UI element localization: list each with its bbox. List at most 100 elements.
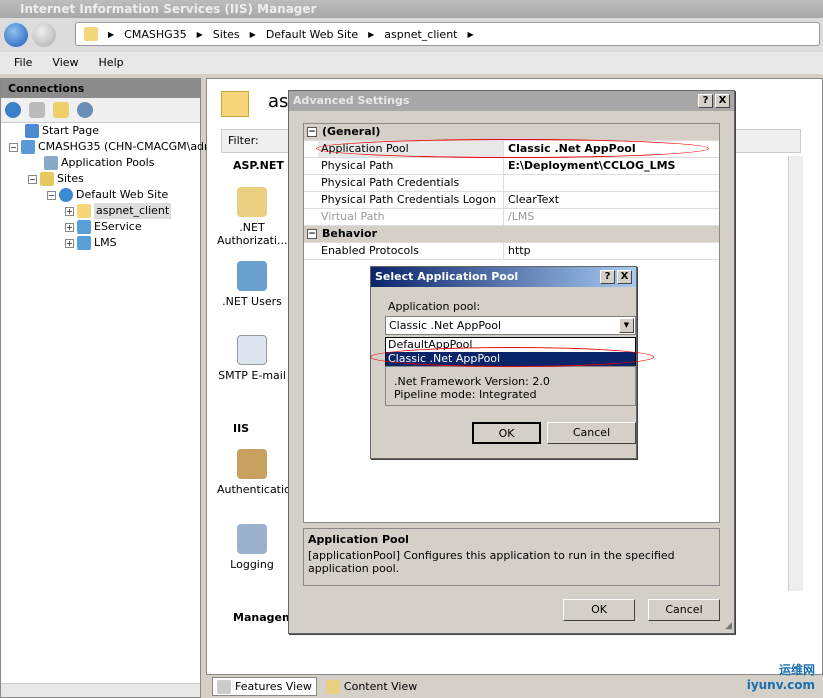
close-button[interactable]: X <box>715 94 730 108</box>
collapse-icon[interactable]: − <box>28 174 37 184</box>
connections-toolbar <box>1 98 200 123</box>
email-icon <box>237 335 267 365</box>
close-button[interactable]: X <box>617 270 632 284</box>
cancel-button[interactable]: Cancel <box>648 599 720 621</box>
pipeline-mode: Pipeline mode: Integrated <box>394 388 537 401</box>
back-button[interactable] <box>4 23 28 47</box>
connections-panel: Connections Start Page − CMASHG35 (CHN-CM… <box>0 78 218 698</box>
menu-file[interactable]: File <box>14 52 32 74</box>
chevron-right-icon: ▶ <box>368 29 375 39</box>
log-book-icon <box>237 524 267 554</box>
server-icon <box>21 140 35 154</box>
description-text: [applicationPool] Configures this applic… <box>308 549 675 575</box>
tab-features-view[interactable]: Features View <box>212 677 317 696</box>
group-aspnet: ASP.NET <box>233 159 284 172</box>
menu-bar: File View Help <box>0 52 823 74</box>
breadcrumb-sites[interactable]: Sites <box>213 28 240 41</box>
property-physical-path-credentials[interactable]: Physical Path Credentials <box>304 175 719 192</box>
feature-authentication[interactable]: Authenticatio <box>217 449 291 496</box>
application-pool-label: Application pool: <box>388 300 481 313</box>
connections-title: Connections <box>1 79 200 98</box>
disconnect-icon[interactable] <box>77 102 93 118</box>
collapse-icon[interactable]: − <box>47 190 56 200</box>
property-physical-path[interactable]: Physical Path E:\Deployment\CCLOG_LMS <box>304 158 719 175</box>
breadcrumb-folder[interactable]: aspnet_client <box>384 28 457 41</box>
folder-icon <box>77 204 91 218</box>
page-title: as <box>268 91 289 112</box>
tree-default-web-site[interactable]: − Default Web Site <box>47 187 168 203</box>
filter-label: Filter: <box>228 134 259 147</box>
users-icon <box>237 261 267 291</box>
user-lock-icon <box>237 449 267 479</box>
group-iis: IIS <box>233 422 250 435</box>
pool-info: .Net Framework Version: 2.0 Pipeline mod… <box>385 366 636 406</box>
chevron-right-icon: ▶ <box>467 29 474 39</box>
tree-start-page[interactable]: Start Page <box>25 123 99 139</box>
up-folder-icon[interactable] <box>53 102 69 118</box>
application-icon <box>77 220 91 234</box>
folder-large-icon <box>221 91 249 117</box>
collapse-icon[interactable]: − <box>9 142 18 152</box>
chevron-down-icon[interactable]: ▼ <box>619 318 634 333</box>
window-title: Internet Information Services (IIS) Mana… <box>0 0 823 18</box>
cancel-button[interactable]: Cancel <box>547 422 636 444</box>
folder-icon <box>84 27 98 41</box>
expand-icon[interactable]: + <box>65 238 74 248</box>
tree-eservice[interactable]: + EService <box>65 219 142 235</box>
tree-aspnet-client[interactable]: + aspnet_client <box>65 203 172 219</box>
help-button[interactable]: ? <box>698 94 713 108</box>
category-behavior[interactable]: − Behavior <box>304 226 719 243</box>
tree-app-pools[interactable]: Application Pools <box>44 155 154 171</box>
expand-icon[interactable]: + <box>65 206 74 216</box>
start-page-icon <box>25 124 39 138</box>
vertical-scrollbar[interactable] <box>788 156 803 591</box>
breadcrumb-server[interactable]: CMASHG35 <box>124 28 186 41</box>
chevron-right-icon: ▶ <box>249 29 256 39</box>
menu-help[interactable]: Help <box>99 52 124 74</box>
menu-view[interactable]: View <box>52 52 78 74</box>
save-icon[interactable] <box>29 102 45 118</box>
property-description: Application Pool [applicationPool] Confi… <box>303 528 720 586</box>
dialog-titlebar: Select Application Pool ? X <box>371 267 636 287</box>
content-view-icon <box>325 679 340 694</box>
highlight-annotation <box>370 347 654 367</box>
view-tabs: Features View Content View <box>206 675 823 698</box>
application-icon <box>77 236 91 250</box>
expand-icon[interactable]: + <box>65 222 74 232</box>
watermark-logo: 运维网 iyunv.com <box>746 663 815 692</box>
property-enabled-protocols[interactable]: Enabled Protocols http <box>304 243 719 260</box>
description-title: Application Pool <box>308 533 409 546</box>
feature-logging[interactable]: Logging <box>217 524 287 571</box>
nav-bar: ▶ CMASHG35 ▶ Sites ▶ Default Web Site ▶ … <box>0 18 823 52</box>
feature-net-authorization[interactable]: .NET Authorizati... <box>217 187 287 247</box>
tree-lms[interactable]: + LMS <box>65 235 117 251</box>
feature-net-users[interactable]: .NET Users <box>217 261 287 308</box>
property-virtual-path: Virtual Path/LMS <box>304 209 719 226</box>
property-logon-type[interactable]: Physical Path Credentials Logon TypeClea… <box>304 192 719 222</box>
ok-button[interactable]: OK <box>472 422 541 444</box>
breadcrumb-site[interactable]: Default Web Site <box>266 28 358 41</box>
help-button[interactable]: ? <box>600 270 615 284</box>
ok-button[interactable]: OK <box>563 599 635 621</box>
chevron-right-icon: ▶ <box>108 29 115 39</box>
resize-grip-icon[interactable]: ◢ <box>725 621 732 631</box>
horizontal-scrollbar[interactable] <box>1 683 200 697</box>
sites-icon <box>40 172 54 186</box>
framework-version: .Net Framework Version: 2.0 <box>394 375 550 388</box>
dialog-titlebar: Advanced Settings ? X <box>289 91 734 111</box>
globe-icon <box>59 188 73 202</box>
lock-icon <box>237 187 267 217</box>
highlight-annotation <box>316 139 709 158</box>
forward-button[interactable] <box>32 23 56 47</box>
app-pools-icon <box>44 156 58 170</box>
feature-smtp-email[interactable]: SMTP E-mail <box>217 335 287 382</box>
features-view-icon <box>217 679 231 694</box>
chevron-right-icon: ▶ <box>196 29 203 39</box>
tree-server[interactable]: − CMASHG35 (CHN-CMACGM\admi <box>9 139 218 155</box>
address-bar[interactable]: ▶ CMASHG35 ▶ Sites ▶ Default Web Site ▶ … <box>75 22 820 46</box>
tree-sites[interactable]: − Sites <box>28 171 84 187</box>
connect-globe-icon[interactable] <box>5 102 21 118</box>
group-management: Managem <box>233 611 294 624</box>
application-pool-select[interactable]: Classic .Net AppPool ▼ <box>385 316 636 335</box>
tab-content-view[interactable]: Content View <box>321 677 422 696</box>
